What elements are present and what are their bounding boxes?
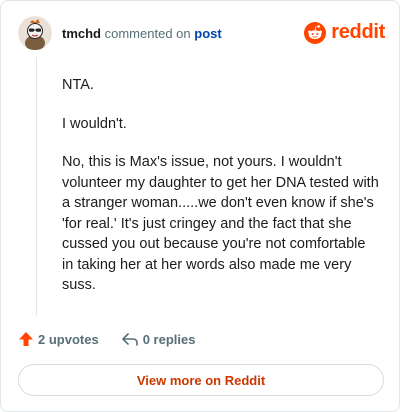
reddit-wordmark: reddit <box>331 21 385 43</box>
post-link[interactable]: post <box>194 26 221 41</box>
comment-paragraph: I wouldn't. <box>62 115 127 132</box>
avatar[interactable] <box>18 16 52 50</box>
reply-arrow-icon <box>121 333 138 346</box>
comment-paragraph: No, this is Max's issue, not yours. I wo… <box>62 154 379 293</box>
comment-actions: 2 upvotes 0 replies <box>18 331 195 347</box>
view-more-on-reddit-button[interactable]: View more on Reddit <box>18 364 384 396</box>
comment-meta: tmchd commented on post <box>62 26 222 42</box>
comment-action-text: commented on <box>104 26 191 41</box>
thread-line <box>36 57 37 315</box>
reply-count: 0 replies <box>142 331 196 347</box>
reddit-logo[interactable]: reddit <box>304 21 385 44</box>
upvote-arrow-icon <box>19 332 33 346</box>
comment-body: NTA. I wouldn't. No, this is Max's issue… <box>62 75 380 314</box>
comment-paragraph: NTA. <box>62 77 94 93</box>
embedded-comment-card: tmchd commented on post reddit NTA. I wo… <box>0 0 400 412</box>
reply-button[interactable]: 0 replies <box>121 331 196 347</box>
upvote-count: 2 upvotes <box>38 331 99 347</box>
reddit-snoo-icon <box>304 21 327 44</box>
username-link[interactable]: tmchd <box>62 26 101 41</box>
upvote-button[interactable]: 2 upvotes <box>18 331 99 347</box>
